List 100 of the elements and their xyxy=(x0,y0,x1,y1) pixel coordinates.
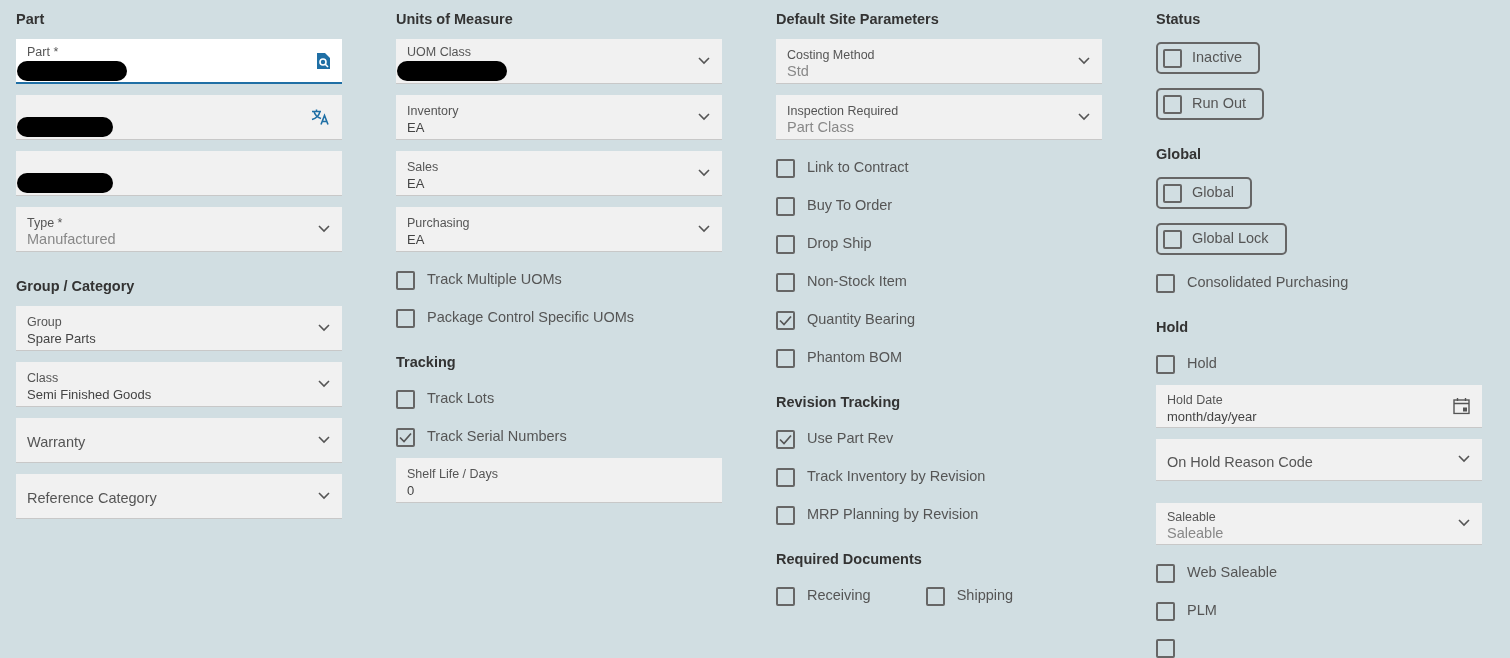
checkbox[interactable] xyxy=(776,586,795,606)
checkbox[interactable] xyxy=(1163,183,1182,203)
checkbox[interactable] xyxy=(776,158,795,178)
field-value: Semi Finished Goods xyxy=(27,386,153,403)
checkbox-label[interactable]: PLM xyxy=(1187,600,1217,622)
chevron-down-icon[interactable] xyxy=(318,324,330,332)
checkbox-label[interactable]: Drop Ship xyxy=(807,233,872,255)
chevron-down-icon[interactable] xyxy=(698,57,710,65)
dropdown-field[interactable]: Purchasing EA xyxy=(396,207,722,252)
field-label: UOM Class xyxy=(407,45,471,60)
section-heading: Hold xyxy=(1156,318,1190,337)
checkbox[interactable] xyxy=(1156,601,1175,621)
dropdown-field[interactable]: Sales EA xyxy=(396,151,722,196)
checkbox[interactable] xyxy=(776,272,795,292)
checkbox-label[interactable]: Track Multiple UOMs xyxy=(427,269,562,291)
field-label: Group xyxy=(27,315,62,330)
chevron-down-icon[interactable] xyxy=(1458,455,1470,464)
checkbox[interactable] xyxy=(396,427,415,447)
checkbox[interactable] xyxy=(776,467,795,487)
checkbox[interactable] xyxy=(776,310,795,330)
input-field[interactable] xyxy=(16,151,342,196)
checkbox[interactable] xyxy=(776,234,795,254)
field-placeholder: Reference Category xyxy=(27,489,158,509)
field-label: Inventory xyxy=(407,104,459,119)
field-label: Sales xyxy=(407,160,439,175)
chevron-down-icon[interactable] xyxy=(318,225,330,233)
checkbox[interactable] xyxy=(1163,94,1182,114)
checkbox-label[interactable]: Receiving xyxy=(807,585,871,607)
date-field[interactable]: Hold Date month/day/year xyxy=(1156,385,1482,428)
checkbox-label[interactable]: Buy To Order xyxy=(807,195,893,217)
checkbox-label[interactable]: Web Saleable xyxy=(1187,562,1278,584)
checkbox-label[interactable]: Use Part Rev xyxy=(807,428,894,450)
checkbox-label[interactable]: Non-Stock Item xyxy=(807,271,907,293)
checkbox-label[interactable]: Consolidated Purchasing xyxy=(1187,272,1349,295)
section-heading: Default Site Parameters xyxy=(776,10,940,28)
chevron-down-icon[interactable] xyxy=(1458,519,1470,528)
dropdown-field[interactable]: UOM Class xyxy=(396,39,722,84)
checkbox[interactable] xyxy=(396,308,415,328)
checkbox[interactable] xyxy=(1163,48,1182,68)
dropdown-field[interactable]: Class Semi Finished Goods xyxy=(16,362,342,407)
section-heading: Part xyxy=(16,10,46,28)
dropdown-field[interactable]: On Hold Reason Code xyxy=(1156,438,1482,482)
checkbox-toggle[interactable]: Global Lock xyxy=(1156,223,1287,256)
checkbox-label[interactable]: MRP Planning by Revision xyxy=(807,504,979,526)
field-value: EA xyxy=(407,231,426,248)
checkbox-label[interactable]: Shipping xyxy=(956,585,1014,607)
section-heading: Global xyxy=(1156,145,1203,164)
checkbox[interactable] xyxy=(776,429,795,449)
dropdown-field[interactable]: Inventory EA xyxy=(396,95,722,140)
checkbox-toggle[interactable]: Global xyxy=(1156,177,1252,210)
chevron-down-icon[interactable] xyxy=(1078,57,1090,65)
checkbox[interactable] xyxy=(776,505,795,525)
checkbox-label[interactable]: Hold xyxy=(1187,353,1217,376)
input-field[interactable]: Part * xyxy=(16,39,342,84)
checkbox[interactable] xyxy=(1163,229,1182,249)
checkbox[interactable] xyxy=(776,196,795,216)
input-field[interactable]: Shelf Life / Days 0 xyxy=(396,458,722,503)
chevron-down-icon[interactable] xyxy=(318,380,330,388)
field-placeholder: Warranty xyxy=(27,433,87,453)
field-value: EA xyxy=(407,175,426,192)
field-value: Part Class xyxy=(787,119,855,136)
translate-icon[interactable] xyxy=(311,108,330,126)
section-heading: Group / Category xyxy=(16,277,136,295)
checkbox[interactable] xyxy=(1156,563,1175,583)
chevron-down-icon[interactable] xyxy=(698,225,710,233)
chevron-down-icon[interactable] xyxy=(318,436,330,444)
checkbox[interactable] xyxy=(1156,639,1175,658)
checkbox[interactable] xyxy=(776,348,795,368)
checkbox[interactable] xyxy=(1156,273,1175,293)
field-value: Std xyxy=(787,63,810,80)
checkbox-label[interactable]: Track Lots xyxy=(427,388,495,410)
chevron-down-icon[interactable] xyxy=(1078,113,1090,121)
checkbox-toggle[interactable]: Run Out xyxy=(1156,88,1264,121)
chevron-down-icon[interactable] xyxy=(698,169,710,177)
search-icon[interactable] xyxy=(316,52,330,69)
field-value: Saleable xyxy=(1167,525,1225,543)
field-label: Costing Method xyxy=(787,48,875,63)
chevron-down-icon[interactable] xyxy=(698,113,710,121)
checkbox-label[interactable]: Package Control Specific UOMs xyxy=(427,307,635,329)
checkbox-toggle[interactable]: Inactive xyxy=(1156,42,1260,75)
field-label: Type * xyxy=(27,216,63,231)
chevron-down-icon[interactable] xyxy=(318,492,330,500)
checkbox[interactable] xyxy=(396,270,415,290)
calendar-icon[interactable] xyxy=(1453,397,1470,415)
checkbox[interactable] xyxy=(1156,354,1175,374)
checkbox-label[interactable]: Phantom BOM xyxy=(807,347,903,369)
checkbox-label[interactable]: Track Serial Numbers xyxy=(427,426,567,448)
checkbox-label[interactable]: Link to Contract xyxy=(807,157,909,179)
section-heading: Status xyxy=(1156,10,1202,28)
checkbox-label[interactable]: Quantity Bearing xyxy=(807,309,915,331)
input-field[interactable] xyxy=(16,95,342,140)
checkbox[interactable] xyxy=(396,389,415,409)
checkbox-label[interactable]: Track Inventory by Revision xyxy=(807,466,986,488)
field-label: Shelf Life / Days xyxy=(407,467,498,482)
dropdown-field[interactable]: Reference Category xyxy=(16,474,342,519)
field-label: Class xyxy=(27,371,59,386)
dropdown-field[interactable]: Group Spare Parts xyxy=(16,306,342,351)
field-value: Spare Parts xyxy=(27,330,97,347)
dropdown-field[interactable]: Warranty xyxy=(16,418,342,463)
checkbox[interactable] xyxy=(925,586,945,606)
